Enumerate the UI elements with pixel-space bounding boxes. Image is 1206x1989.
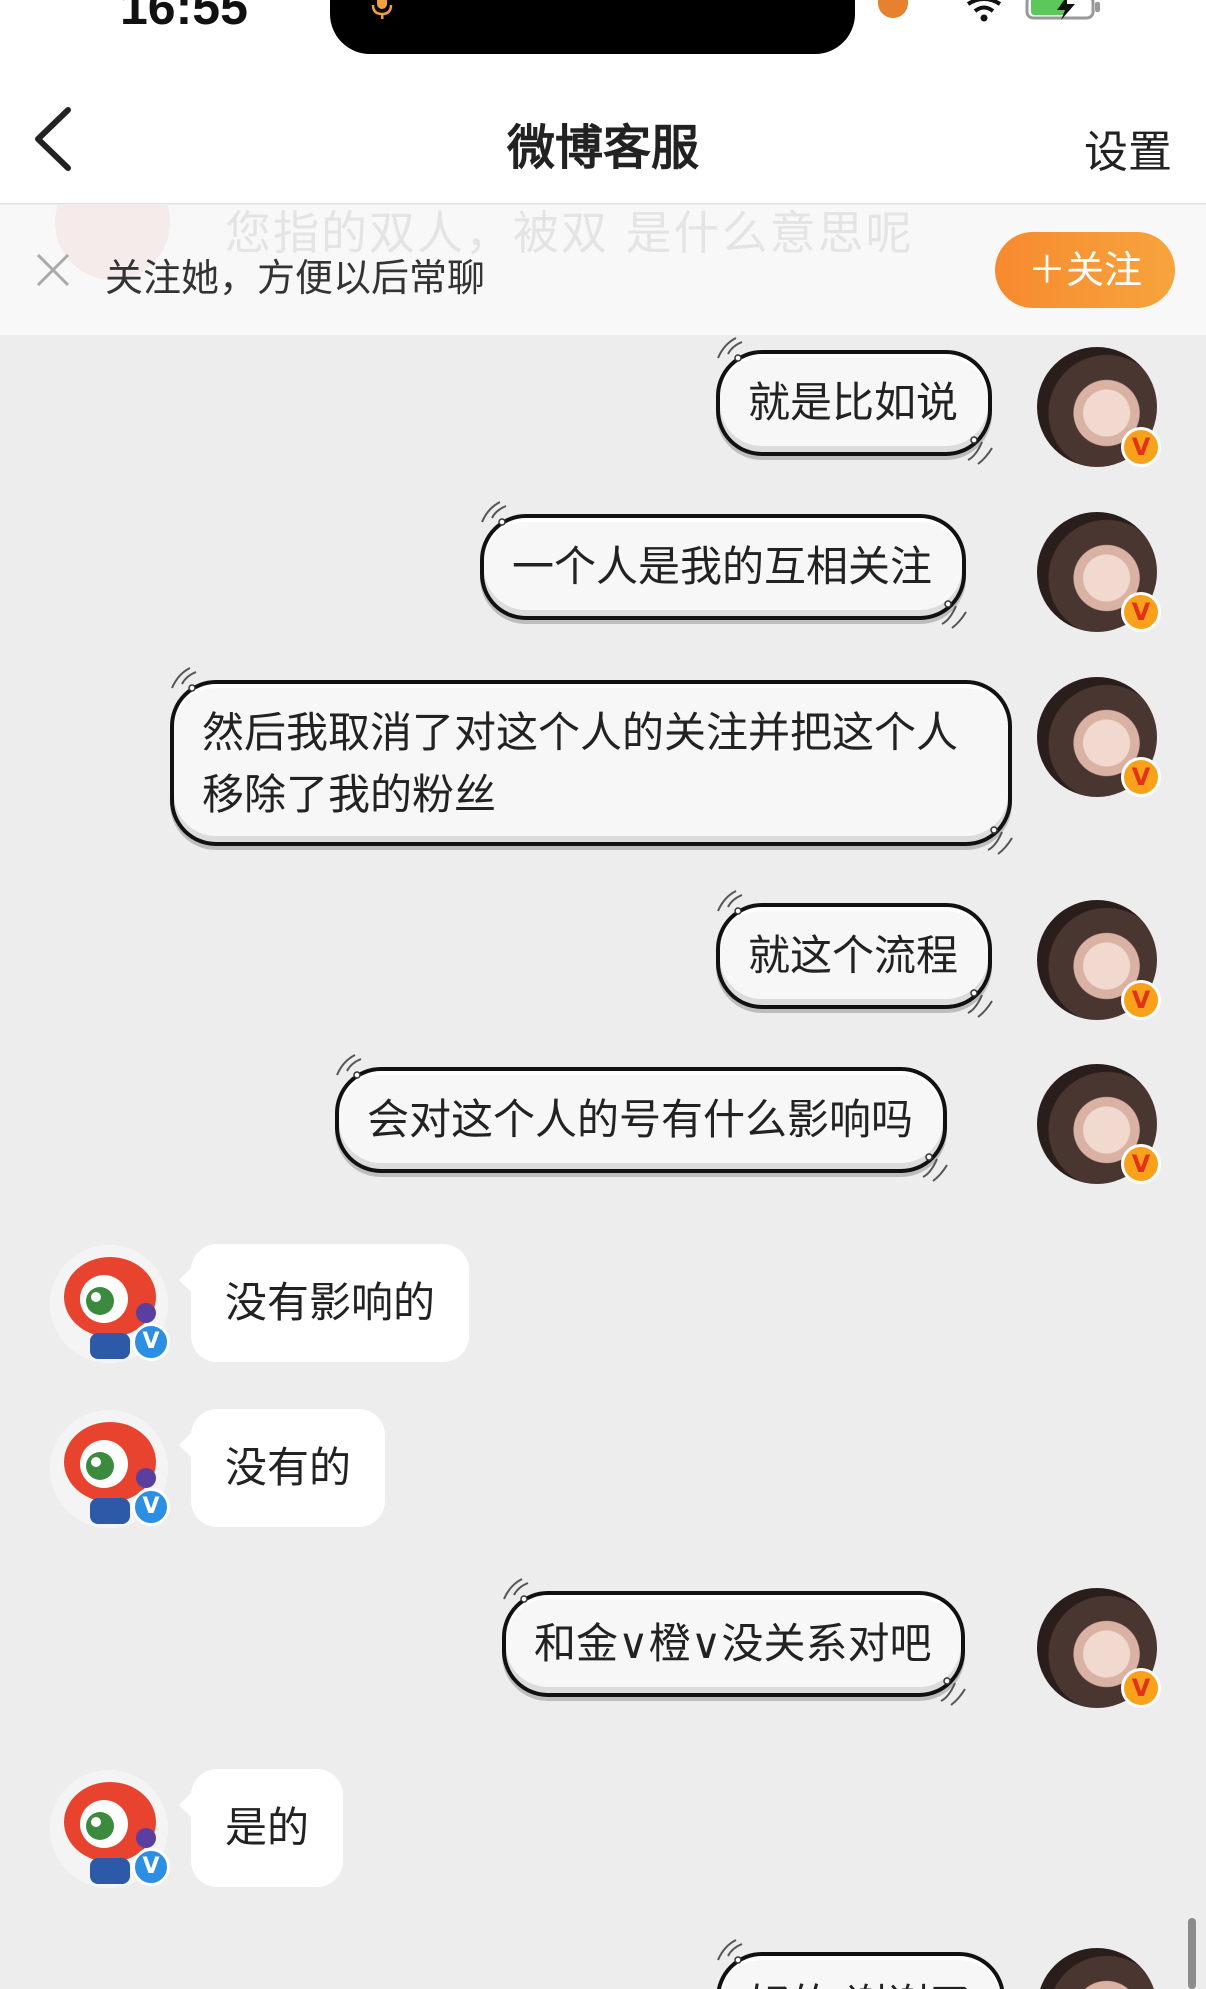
message-bubble-outgoing[interactable]: 一个人是我的互相关注 bbox=[480, 501, 967, 629]
verified-badge-icon: V bbox=[1121, 757, 1161, 797]
message-text: 会对这个人的号有什么影响吗 bbox=[367, 1095, 914, 1144]
dynamic-island bbox=[330, 0, 855, 54]
wifi-icon bbox=[966, 0, 1002, 22]
user-avatar[interactable]: V bbox=[1037, 347, 1161, 467]
message-text: 没有的 bbox=[225, 1443, 352, 1492]
sparkle-deco-icon bbox=[922, 1153, 948, 1182]
message-bubble-outgoing[interactable]: 就是比如说 bbox=[716, 337, 993, 465]
sparkle-deco-icon bbox=[717, 337, 743, 362]
sparkle-deco-icon bbox=[481, 501, 507, 526]
scrollbar[interactable] bbox=[1188, 1918, 1196, 1989]
verified-badge-icon: V bbox=[1121, 427, 1161, 467]
battery-charging-icon bbox=[1025, 0, 1100, 20]
service-avatar[interactable]: V bbox=[50, 1770, 170, 1888]
verified-badge-icon: V bbox=[1121, 592, 1161, 632]
message-bubble-incoming[interactable]: 没有影响的 bbox=[178, 1244, 470, 1362]
follow-suggestion-text: 关注她，方便以后常聊 bbox=[105, 256, 486, 300]
user-avatar[interactable]: V bbox=[1037, 677, 1161, 797]
message-text: 好的 谢谢了 bbox=[748, 1980, 971, 1989]
sparkle-deco-icon bbox=[941, 600, 967, 629]
verified-badge-icon: V bbox=[132, 1488, 170, 1526]
close-icon[interactable] bbox=[34, 251, 72, 289]
message-bubble-outgoing[interactable]: 和金∨橙∨没关系对吧 bbox=[502, 1578, 967, 1706]
message-bubble-outgoing[interactable]: 然后我取消了对这个人的关注并把这个人移除了我的粉丝 bbox=[170, 667, 1013, 855]
message-text: 就这个流程 bbox=[748, 931, 959, 980]
sparkle-deco-icon bbox=[987, 826, 1013, 855]
message-bubble-incoming[interactable]: 没有的 bbox=[178, 1409, 386, 1527]
message-text: 就是比如说 bbox=[748, 378, 959, 427]
status-time: 16:55 bbox=[120, 0, 248, 35]
sparkle-deco-icon bbox=[967, 989, 993, 1018]
follow-button[interactable]: ＋关注 bbox=[995, 232, 1175, 308]
sparkle-deco-icon bbox=[717, 1939, 743, 1964]
microphone-icon bbox=[371, 0, 393, 19]
verified-badge-icon: V bbox=[1121, 980, 1161, 1020]
message-text: 然后我取消了对这个人的关注并把这个人移除了我的粉丝 bbox=[202, 708, 959, 819]
page-title: 微博客服 bbox=[506, 120, 699, 176]
message-text: 没有影响的 bbox=[225, 1278, 436, 1327]
message-bubble-outgoing[interactable]: 就这个流程 bbox=[716, 890, 993, 1018]
sparkle-deco-icon bbox=[171, 667, 197, 692]
user-avatar[interactable] bbox=[1037, 1948, 1157, 1989]
sparkle-deco-icon bbox=[967, 436, 993, 465]
settings-button[interactable]: 设置 bbox=[1084, 116, 1172, 180]
recording-indicator-icon bbox=[878, 0, 908, 18]
message-bubble-outgoing[interactable]: 会对这个人的号有什么影响吗 bbox=[335, 1054, 948, 1182]
sparkle-deco-icon bbox=[503, 1578, 529, 1603]
message-bubble-incoming[interactable]: 是的 bbox=[178, 1769, 344, 1887]
user-avatar[interactable]: V bbox=[1037, 1588, 1161, 1708]
verified-badge-icon: V bbox=[1121, 1144, 1161, 1184]
follow-suggestion-bar: 您指的双人，被双 是什么意思呢 关注她，方便以后常聊 ＋关注 bbox=[0, 205, 1206, 335]
sparkle-deco-icon bbox=[717, 890, 743, 915]
service-avatar[interactable]: V bbox=[50, 1410, 170, 1528]
navbar: 微博客服 设置 bbox=[0, 70, 1206, 204]
user-avatar[interactable]: V bbox=[1037, 900, 1161, 1020]
user-avatar[interactable]: V bbox=[1037, 1064, 1161, 1184]
message-bubble-outgoing[interactable]: 好的 谢谢了 bbox=[716, 1939, 1006, 1989]
verified-badge-icon: V bbox=[132, 1848, 170, 1886]
status-bar: 16:55 bbox=[0, 0, 1206, 70]
sparkle-deco-icon bbox=[336, 1054, 362, 1079]
sparkle-deco-icon bbox=[940, 1677, 967, 1706]
message-text: 一个人是我的互相关注 bbox=[512, 542, 933, 591]
message-text: 和金∨橙∨没关系对吧 bbox=[534, 1619, 932, 1668]
verified-badge-icon: V bbox=[132, 1323, 170, 1361]
message-text: 是的 bbox=[225, 1803, 310, 1852]
verified-badge-icon: V bbox=[1121, 1668, 1161, 1708]
service-avatar[interactable]: V bbox=[50, 1245, 170, 1363]
user-avatar[interactable]: V bbox=[1037, 512, 1161, 632]
